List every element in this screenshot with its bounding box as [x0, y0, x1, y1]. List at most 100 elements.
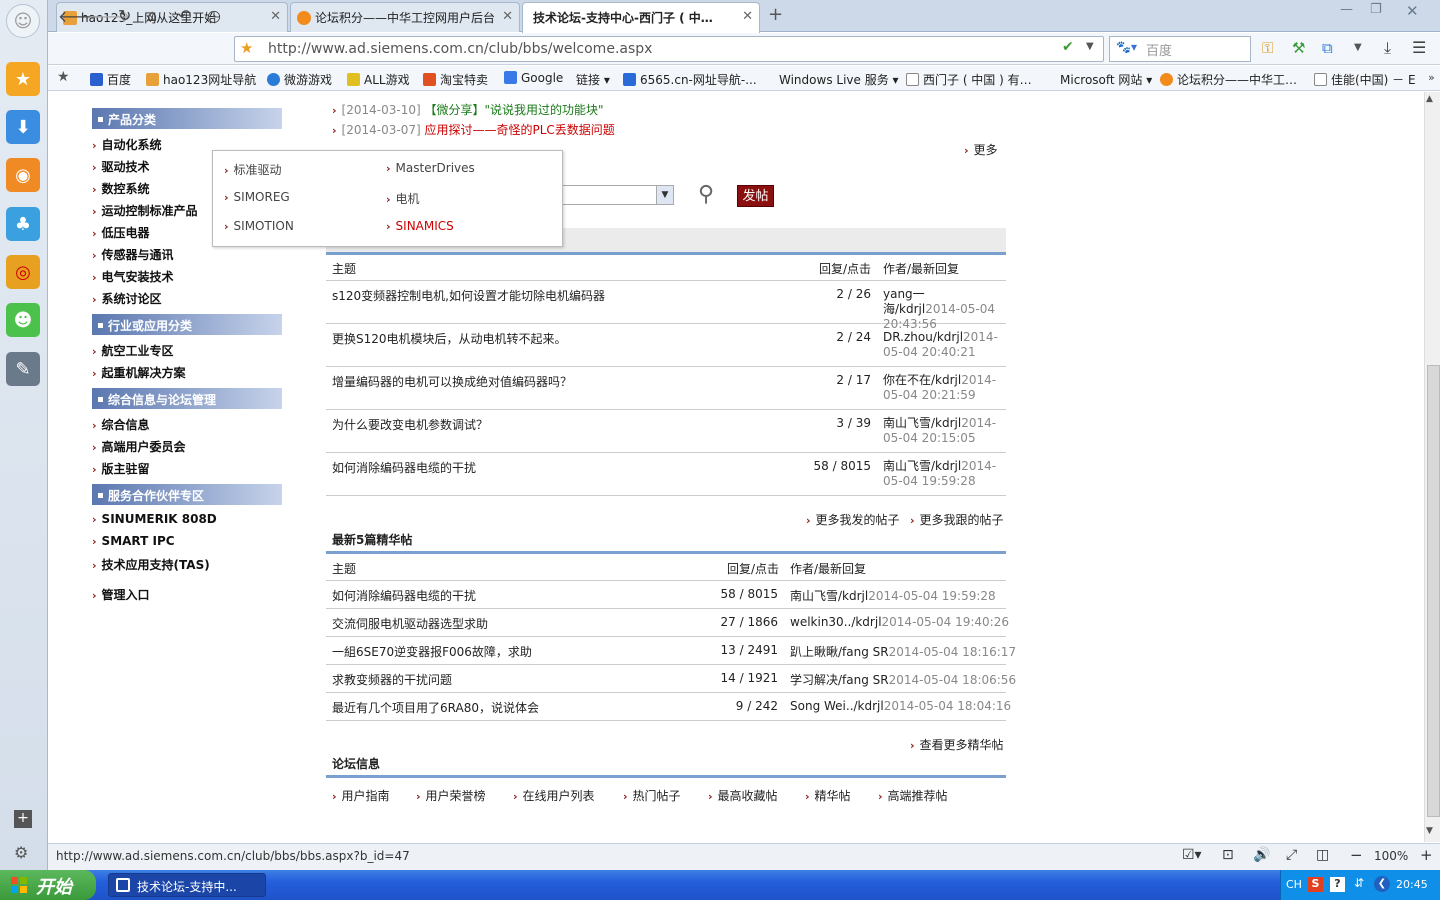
online-users-link[interactable]: › 在线用户列表 — [513, 787, 595, 804]
help-icon[interactable]: ? — [1330, 877, 1345, 892]
screenshot-icon[interactable]: ⊡ — [1222, 847, 1234, 863]
url-text[interactable]: http://www.ad.siemens.com.cn/club/bbs/we… — [268, 41, 652, 57]
chevron-down-icon[interactable]: ▼ — [656, 186, 673, 204]
baidu-paw-icon[interactable]: 🐾▾ — [1116, 40, 1137, 54]
bookmarks-overflow-icon[interactable]: » — [1428, 71, 1435, 84]
more-my-posts-link[interactable]: › 更多我发的帖子 — [806, 511, 900, 528]
nav-item-motion-control[interactable]: › 运动控制标准产品 — [92, 202, 198, 219]
nav-item-low-voltage[interactable]: › 低压电器 — [92, 224, 150, 241]
rss-icon[interactable]: ◉ — [6, 158, 40, 192]
scroll-up-icon[interactable]: ▲ — [1426, 94, 1433, 104]
nav-item-cnc[interactable]: › 数控系统 — [92, 180, 150, 197]
news-item[interactable]: › [2014-03-07] 应用探讨——奇怪的PLC丢数据问题 — [332, 121, 615, 138]
table-row[interactable]: 最近有几个项目用了6RA80，说说体会 9 / 242 Song Wei../k… — [326, 693, 1011, 721]
table-row[interactable]: 如何消除编码器电缆的干扰 58 / 8015 南山飞雪/kdrjl2014-05… — [326, 581, 1006, 609]
close-tab-icon[interactable]: ✕ — [270, 9, 281, 24]
favorites-star-icon[interactable]: ★ — [6, 62, 40, 96]
bookmark-all-games[interactable]: ALL游戏 — [347, 71, 410, 88]
user-guide-link[interactable]: › 用户指南 — [332, 787, 390, 804]
topic-link[interactable]: 如何消除编码器电缆的干扰 — [332, 459, 476, 476]
bookmarks-star-icon[interactable]: ★ — [57, 69, 70, 85]
tab-tech-forum[interactable]: 技术论坛-支持中心-西门子 ( 中… ✕ — [522, 2, 760, 33]
avatar-icon[interactable]: ☺ — [6, 4, 40, 38]
extensions-dropdown-icon[interactable]: ▼ — [1354, 42, 1362, 53]
more-featured-link[interactable]: › 查看更多精华帖 — [910, 736, 1004, 753]
chat-icon[interactable]: ☻ — [6, 303, 40, 337]
bookmark-windows-live[interactable]: Windows Live 服务 ▾ — [779, 71, 899, 88]
table-row[interactable]: 求教变频器的干扰问题 14 / 1921 学习解决/fang SR2014-05… — [326, 665, 1016, 693]
most-favorited-link[interactable]: › 最高收藏帖 — [708, 787, 778, 804]
nav-item-system-discussion[interactable]: › 系统讨论区 — [92, 290, 162, 307]
minimize-icon[interactable]: — — [1340, 2, 1353, 17]
key-icon[interactable]: ⚿ — [1262, 39, 1273, 57]
table-row[interactable]: 交流伺服电机驱动器选型求助 27 / 1866 welkin30../kdrjl… — [326, 609, 1009, 637]
topic-link[interactable]: s120变频器控制电机,如何设置才能切除电机编码器 — [332, 287, 605, 304]
notepad-icon[interactable]: ✎ — [6, 352, 40, 386]
close-tab-icon[interactable]: ✕ — [502, 9, 513, 24]
topic-link[interactable]: 最近有几个项目用了6RA80，说说体会 — [332, 699, 539, 716]
bookmark-hao123[interactable]: hao123网址导航 — [146, 71, 256, 88]
scrollbar-thumb[interactable] — [1427, 365, 1440, 817]
submenu-item-motor[interactable]: › 电机 — [386, 190, 420, 207]
bookmark-siemens[interactable]: 西门子 ( 中国 ) 有… — [906, 71, 1032, 88]
nav-item-automation[interactable]: › 自动化系统 — [92, 136, 162, 153]
game-controller-icon[interactable]: ♣ — [6, 207, 40, 241]
featured-posts-link[interactable]: › 精华帖 — [805, 787, 851, 804]
table-row[interactable]: 增量编码器的电机可以换成绝对值编码器吗？ 2 / 17 你在不在/kdrjl20… — [326, 367, 1006, 410]
bookmark-forum-points[interactable]: 论坛积分——中华工… — [1160, 71, 1297, 88]
topic-link[interactable]: 求教变频器的干扰问题 — [332, 671, 452, 688]
nav-item-aviation[interactable]: › 航空工业专区 — [92, 342, 174, 359]
news-more-link[interactable]: › 更多 — [964, 141, 998, 158]
nav-item-crane[interactable]: › 起重机解决方案 — [92, 364, 186, 381]
more-followed-posts-link[interactable]: › 更多我跟的帖子 — [910, 511, 1004, 528]
add-sidebar-icon[interactable]: + — [14, 810, 32, 828]
bookmark-links[interactable]: 链接 ▾ — [576, 71, 610, 88]
nav-item-electrical-install[interactable]: › 电气安装技术 — [92, 268, 174, 285]
bookmark-6565[interactable]: 6565.cn-网址导航-... — [623, 71, 757, 88]
bookmark-canon[interactable]: 佳能(中国) － E — [1314, 71, 1424, 88]
url-dropdown-icon[interactable]: ▼ — [1086, 41, 1094, 52]
bookmark-star-icon[interactable]: ★ — [240, 39, 253, 57]
topic-link[interactable]: 一組6SE70逆变器报F006故障，求助 — [332, 643, 532, 660]
tray-options-icon[interactable]: ⇵ — [1354, 876, 1364, 890]
zoom-out-icon[interactable]: − — [1350, 846, 1363, 864]
news-item[interactable]: › [2014-03-10] 【微分享】"说说我用过的功能块" — [332, 101, 604, 118]
check-dropdown-icon[interactable]: ☑▾ — [1182, 847, 1202, 863]
downloads-icon[interactable]: ⤓ — [1384, 38, 1391, 58]
table-row[interactable]: s120变频器控制电机,如何设置才能切除电机编码器 2 / 26 yang一海/… — [326, 281, 1006, 331]
topic-link[interactable]: 如何消除编码器电缆的干扰 — [332, 587, 476, 604]
nav-item-general-info[interactable]: › 综合信息 — [92, 416, 150, 433]
bookmark-baidu[interactable]: 百度 — [90, 71, 131, 88]
user-honor-link[interactable]: › 用户荣誉榜 — [416, 787, 486, 804]
search-icon[interactable]: ⚲ — [698, 182, 714, 207]
language-indicator[interactable]: CH — [1286, 878, 1302, 891]
topic-link[interactable]: 更换S120电机模块后，从动电机转不起来。 — [332, 330, 567, 347]
bookmark-taobao[interactable]: 淘宝特卖 — [423, 71, 488, 88]
new-tab-icon[interactable]: + — [768, 4, 783, 25]
submenu-item-simotion[interactable]: › SIMOTION — [224, 219, 294, 233]
volume-icon[interactable]: 🔊 — [1253, 847, 1270, 863]
tray-expand-icon[interactable]: ❮ — [1374, 876, 1390, 892]
nav-item-drive-tech[interactable]: › 驱动技术 — [92, 158, 150, 175]
topic-link[interactable]: 交流伺服电机驱动器选型求助 — [332, 615, 488, 632]
fullscreen-icon[interactable]: ⤢ — [1286, 847, 1297, 863]
scroll-down-icon[interactable]: ▼ — [1426, 826, 1433, 836]
zoom-in-icon[interactable]: + — [1420, 846, 1433, 864]
translate-icon[interactable]: ⧉ — [1322, 39, 1333, 57]
table-row[interactable]: 更换S120电机模块后，从动电机转不起来。 2 / 24 DR.zhou/kdr… — [326, 324, 1006, 367]
security-check-icon[interactable]: ✔ — [1062, 39, 1074, 55]
submenu-item-simoreg[interactable]: › SIMOREG — [224, 190, 290, 204]
download-icon[interactable]: ⬇ — [6, 110, 40, 144]
nav-item-tas[interactable]: › 技术应用支持(TAS) — [92, 556, 210, 573]
table-row[interactable]: 如何消除编码器电缆的干扰 58 / 8015 南山飞雪/kdrjl2014-05… — [326, 453, 1006, 496]
tools-icon[interactable]: ⚒ — [1292, 39, 1305, 57]
split-view-icon[interactable]: ◫ — [1316, 847, 1329, 863]
topic-link[interactable]: 增量编码器的电机可以换成绝对值编码器吗？ — [332, 373, 572, 390]
bookmark-weiyou[interactable]: 微游游戏 — [267, 71, 332, 88]
nav-item-808d[interactable]: › SINUMERIK 808D — [92, 512, 217, 526]
post-button[interactable]: 发帖 — [737, 185, 774, 207]
tab-forum-points[interactable]: 论坛积分——中华工控网用户后台 ✕ — [290, 2, 520, 32]
refresh-icon[interactable]: ↻ — [118, 6, 131, 25]
undo-icon[interactable]: ↶ — [178, 6, 191, 25]
nav-item-moderators[interactable]: › 版主驻留 — [92, 460, 150, 477]
